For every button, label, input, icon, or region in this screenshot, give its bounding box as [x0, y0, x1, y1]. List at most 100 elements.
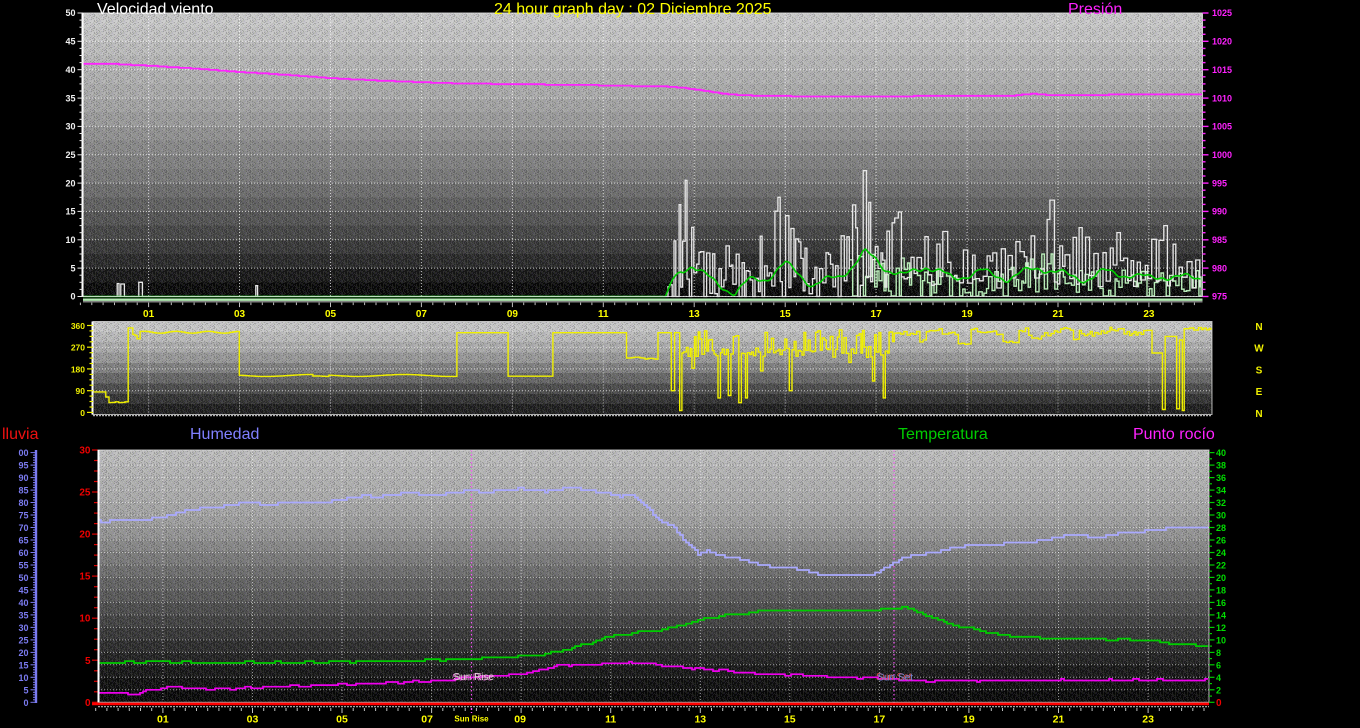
- svg-text:20: 20: [18, 648, 28, 658]
- svg-text:Presión: Presión: [1068, 1, 1122, 18]
- svg-text:6: 6: [1216, 660, 1221, 670]
- svg-text:N: N: [1255, 322, 1262, 333]
- svg-text:15: 15: [780, 309, 792, 320]
- svg-text:E: E: [1256, 387, 1263, 398]
- svg-text:25: 25: [18, 635, 28, 645]
- svg-text:21: 21: [1052, 309, 1064, 320]
- svg-text:11: 11: [598, 309, 609, 320]
- svg-text:Velocidad viento: Velocidad viento: [97, 1, 214, 18]
- svg-text:40: 40: [1216, 448, 1226, 458]
- svg-text:W: W: [1254, 344, 1264, 355]
- svg-text:20: 20: [1216, 573, 1226, 583]
- svg-text:45: 45: [18, 585, 28, 595]
- svg-text:15: 15: [79, 572, 91, 583]
- svg-text:01: 01: [157, 714, 169, 726]
- svg-text:Punto rocío: Punto rocío: [1133, 426, 1215, 443]
- svg-text:0: 0: [80, 408, 85, 418]
- svg-text:1015: 1015: [1212, 65, 1232, 75]
- svg-text:36: 36: [1216, 473, 1226, 483]
- svg-text:19: 19: [962, 309, 974, 320]
- svg-text:30: 30: [1216, 511, 1226, 521]
- svg-text:5: 5: [70, 263, 75, 273]
- svg-text:2: 2: [1216, 685, 1221, 695]
- svg-text:50: 50: [65, 8, 75, 18]
- svg-text:180: 180: [71, 364, 85, 374]
- svg-text:40: 40: [18, 598, 28, 608]
- svg-text:Temperatura: Temperatura: [898, 426, 988, 443]
- svg-text:1020: 1020: [1212, 37, 1232, 47]
- svg-text:10: 10: [79, 614, 91, 625]
- svg-text:1010: 1010: [1212, 93, 1232, 103]
- svg-text:35: 35: [18, 610, 28, 620]
- svg-text:Sun Rise: Sun Rise: [454, 672, 495, 683]
- svg-text:07: 07: [416, 309, 428, 320]
- svg-text:19: 19: [963, 714, 975, 726]
- svg-text:23: 23: [1142, 714, 1154, 726]
- svg-text:17: 17: [871, 309, 883, 320]
- svg-text:34: 34: [1216, 486, 1226, 496]
- svg-text:01: 01: [143, 309, 155, 320]
- svg-text:18: 18: [1216, 585, 1226, 595]
- svg-text:985: 985: [1212, 235, 1227, 245]
- svg-text:17: 17: [874, 714, 886, 726]
- svg-text:Humedad: Humedad: [190, 426, 259, 443]
- svg-text:09: 09: [507, 309, 519, 320]
- svg-text:Sun Set: Sun Set: [878, 673, 914, 684]
- svg-text:00: 00: [18, 448, 28, 458]
- svg-text:14: 14: [1216, 610, 1226, 620]
- svg-text:975: 975: [1212, 292, 1227, 302]
- svg-text:0: 0: [1216, 698, 1222, 709]
- svg-text:0: 0: [23, 698, 28, 708]
- svg-text:26: 26: [1216, 536, 1226, 546]
- svg-text:5: 5: [23, 685, 28, 695]
- svg-text:270: 270: [71, 343, 85, 353]
- svg-text:20: 20: [65, 178, 75, 188]
- svg-text:10: 10: [1216, 635, 1226, 645]
- svg-text:10: 10: [18, 673, 28, 683]
- svg-text:13: 13: [694, 714, 706, 726]
- svg-text:15: 15: [18, 660, 28, 670]
- svg-text:38: 38: [1216, 461, 1226, 471]
- svg-text:25: 25: [79, 488, 91, 499]
- svg-text:45: 45: [65, 37, 75, 47]
- svg-text:80: 80: [18, 498, 28, 508]
- svg-text:32: 32: [1216, 498, 1226, 508]
- svg-text:35: 35: [65, 93, 75, 103]
- svg-text:20: 20: [79, 530, 91, 541]
- svg-text:lluvia: lluvia: [2, 426, 39, 443]
- svg-text:360: 360: [71, 321, 85, 331]
- svg-text:0: 0: [70, 292, 75, 302]
- svg-text:07: 07: [421, 714, 433, 726]
- svg-text:55: 55: [18, 561, 28, 571]
- svg-text:30: 30: [79, 446, 91, 457]
- svg-text:75: 75: [18, 511, 28, 521]
- svg-text:N: N: [1255, 409, 1262, 420]
- svg-text:1005: 1005: [1212, 122, 1232, 132]
- svg-text:0: 0: [85, 698, 91, 709]
- svg-text:990: 990: [1212, 207, 1227, 217]
- svg-text:5: 5: [85, 656, 91, 667]
- svg-text:30: 30: [65, 122, 75, 132]
- svg-text:S: S: [1256, 365, 1263, 376]
- svg-text:1000: 1000: [1212, 150, 1232, 160]
- svg-text:10: 10: [65, 235, 75, 245]
- svg-text:40: 40: [65, 65, 75, 75]
- svg-text:95: 95: [18, 461, 28, 471]
- svg-text:24: 24: [1216, 548, 1226, 558]
- svg-text:23: 23: [1143, 309, 1155, 320]
- svg-text:4: 4: [1216, 673, 1221, 683]
- svg-text:22: 22: [1216, 561, 1226, 571]
- svg-text:980: 980: [1212, 263, 1227, 273]
- svg-text:03: 03: [234, 309, 246, 320]
- svg-text:1025: 1025: [1212, 8, 1232, 18]
- svg-text:60: 60: [18, 548, 28, 558]
- svg-text:85: 85: [18, 486, 28, 496]
- svg-text:8: 8: [1216, 648, 1221, 658]
- svg-text:16: 16: [1216, 598, 1226, 608]
- svg-text:12: 12: [1216, 623, 1226, 633]
- svg-text:21: 21: [1053, 714, 1065, 726]
- svg-text:50: 50: [18, 573, 28, 583]
- svg-text:09: 09: [514, 714, 526, 726]
- svg-text:25: 25: [65, 150, 75, 160]
- svg-text:28: 28: [1216, 523, 1226, 533]
